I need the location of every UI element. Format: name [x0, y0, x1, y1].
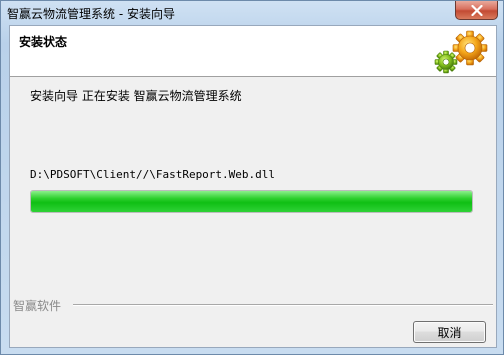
install-progress-bar [30, 190, 473, 213]
gears-graphic [434, 30, 488, 74]
divider-line [73, 304, 493, 306]
page-title: 安装状态 [19, 35, 68, 49]
brand-label: 智赢软件 [13, 297, 66, 314]
header-band: 安装状态 [10, 26, 496, 77]
title-bar[interactable]: 智赢云物流管理系统 - 安装向导 [1, 1, 503, 25]
close-icon [470, 4, 483, 16]
progress-fill [31, 191, 472, 212]
installer-window: 智赢云物流管理系统 - 安装向导 安装状态 安装向导 正在安装 智赢云物流管理系… [0, 0, 504, 355]
window-title: 智赢云物流管理系统 - 安装向导 [7, 7, 175, 21]
brand-divider: 智赢软件 [13, 297, 493, 314]
close-button[interactable] [455, 1, 498, 20]
current-file-path: D:\PDSOFT\Client//\FastReport.Web.dll [30, 168, 276, 181]
dialog-body: 安装状态 安装向导 正在安装 智赢云物流管理系统 D:\PDSOFT\Clien… [9, 25, 497, 348]
install-status-text: 安装向导 正在安装 智赢云物流管理系统 [30, 89, 242, 103]
gears-icon [430, 28, 494, 76]
cancel-button[interactable]: 取消 [413, 321, 486, 343]
